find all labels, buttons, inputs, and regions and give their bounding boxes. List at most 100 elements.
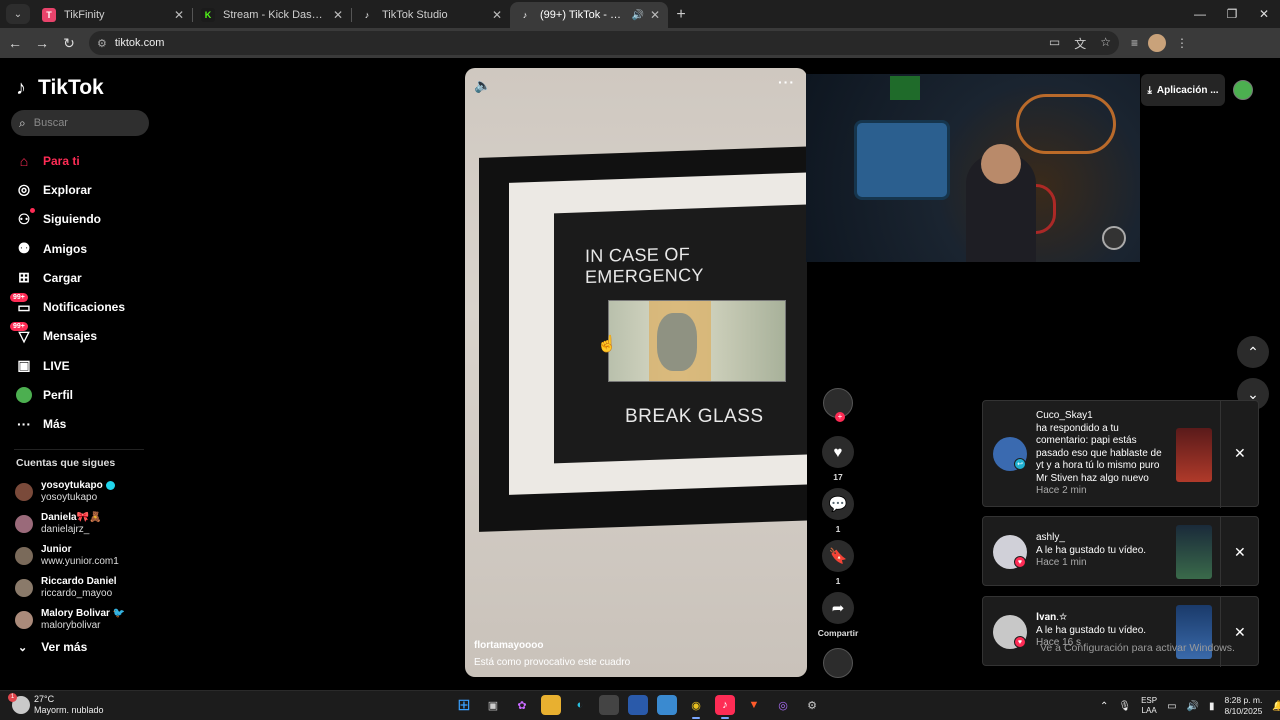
see-more-button[interactable]: ⌄ Ver más — [18, 640, 87, 654]
get-app-button[interactable]: ⤓ Aplicación ... — [1141, 74, 1225, 106]
start-icon[interactable]: ⊞ — [454, 695, 474, 715]
account-name: yosoytukapo — [41, 480, 115, 492]
bookmark-star-icon[interactable]: ☆ — [1100, 35, 1111, 52]
minimize-icon[interactable]: — — [1184, 0, 1216, 28]
close-tab-icon[interactable]: ✕ — [174, 8, 184, 22]
tray-expand-icon[interactable]: ⌃ — [1100, 701, 1108, 712]
sign-bottom-text: BREAK GLASS — [625, 406, 764, 427]
translate-icon[interactable]: 文 — [1074, 35, 1086, 52]
cloud-icon: 1 — [8, 693, 30, 714]
close-window-icon[interactable]: ✕ — [1248, 0, 1280, 28]
tab-search-button[interactable]: ⌄ — [6, 4, 30, 24]
reload-icon[interactable]: ↻ — [57, 31, 81, 55]
following-account[interactable]: Riccardo Daniel riccardo_mayoo — [15, 572, 125, 604]
close-tab-icon[interactable]: ✕ — [492, 8, 502, 22]
notification-center-icon[interactable]: 🔔 — [1272, 701, 1280, 712]
restore-icon[interactable]: ❐ — [1216, 0, 1248, 28]
previous-video-button[interactable]: ⌃ — [1237, 336, 1269, 368]
browser-profile-avatar[interactable] — [1148, 34, 1167, 52]
sidebar-item-live[interactable]: ▣ LIVE — [14, 351, 125, 380]
tiktok-logo[interactable]: ♪ TikTok — [16, 76, 104, 100]
follow-plus-icon[interactable]: + — [835, 412, 845, 422]
comment-button[interactable]: 💬 — [822, 488, 854, 520]
video-player[interactable]: IN CASE OF EMERGENCY BREAK GLASS 🔈 ··· f… — [465, 68, 807, 677]
browser-menu-icon[interactable]: ⋮ — [1176, 36, 1188, 50]
sidebar-item-perfil[interactable]: Perfil — [14, 380, 125, 409]
close-icon[interactable]: ✕ — [1234, 544, 1246, 561]
language-indicator[interactable]: ESP LAA — [1141, 696, 1157, 716]
sidebar-item-mas[interactable]: ··· Más — [14, 410, 125, 439]
creator-avatar[interactable]: + — [823, 388, 853, 422]
tab-title: (99+) TikTok - Make Your Day — [540, 9, 627, 21]
battery-icon[interactable]: ▮ — [1209, 701, 1215, 712]
sync-app-icon[interactable] — [628, 695, 648, 715]
tab-kick-dashboard[interactable]: K Stream - Kick Dashboard ✕ — [193, 2, 351, 28]
music-disc-avatar[interactable] — [823, 648, 853, 678]
stream-camera-overlay — [806, 74, 1140, 262]
cast-icon[interactable]: ▭ — [1049, 35, 1060, 52]
sidebar-item-notificaciones[interactable]: ▭ 99+ Notificaciones — [10, 292, 125, 321]
sidebar-item-mensajes[interactable]: ▽ 99+ Mensajes — [10, 322, 125, 351]
following-account[interactable]: Malory Bolivar 🐦 malorybolivar — [15, 604, 125, 636]
close-tab-icon[interactable]: ✕ — [650, 8, 660, 22]
store-icon[interactable] — [599, 695, 619, 715]
close-icon[interactable]: ✕ — [1234, 624, 1246, 641]
notification-badge: 99+ — [10, 293, 28, 303]
sidebar-item-label: Siguiendo — [43, 212, 101, 227]
compass-icon: ◎ — [17, 181, 31, 198]
notification-thumbnail[interactable] — [1176, 428, 1212, 482]
sidebar-item-cargar[interactable]: ⊞ Cargar — [14, 263, 125, 292]
site-info-icon[interactable]: ⚙ — [97, 37, 107, 50]
account-handle: danielajrz_ — [41, 524, 90, 535]
following-account[interactable]: yosoytukapo yosoytukapo — [15, 476, 125, 508]
like-button[interactable]: ♥ — [822, 436, 854, 468]
share-button[interactable]: ➦ — [822, 592, 854, 624]
more-options-icon[interactable]: ··· — [778, 74, 795, 90]
close-tab-icon[interactable]: ✕ — [333, 8, 343, 22]
photos-icon[interactable] — [657, 695, 677, 715]
sidebar-item-explorar[interactable]: ◎ Explorar — [14, 175, 125, 204]
file-explorer-icon[interactable] — [541, 695, 561, 715]
forward-icon[interactable]: → — [30, 31, 54, 55]
media-control-icon[interactable]: ≡ — [1131, 36, 1138, 50]
notification-text: A le ha gustado tu vídeo. — [1036, 624, 1147, 636]
notification-text: ha respondido a tu comentario: papi está… — [1036, 422, 1162, 484]
tab-tiktok-active[interactable]: ♪ (99+) TikTok - Make Your Day 🔊 ✕ — [510, 2, 668, 28]
url-input[interactable]: ⚙ tiktok.com ▭ 文 ☆ — [89, 31, 1119, 55]
back-icon[interactable]: ← — [3, 31, 27, 55]
save-button[interactable]: 🔖 — [822, 540, 854, 572]
following-account[interactable]: Daniela🎀🧸 danielajrz_ — [15, 508, 125, 540]
settings-app-icon[interactable]: ⚙ — [802, 695, 822, 715]
weather-widget[interactable]: 1 27°C Mayorm. nublado — [8, 693, 104, 716]
audio-playing-icon[interactable]: 🔊 — [631, 10, 643, 21]
notification-toast[interactable]: ♥ ashly_ A le ha gustado tu vídeo. Hace … — [982, 516, 1259, 587]
video-author[interactable]: flortamayoooo — [474, 640, 543, 651]
chrome-icon[interactable]: ◉ — [686, 695, 706, 719]
tab-tikfinity[interactable]: T TikFinity ✕ — [34, 2, 192, 28]
following-account[interactable]: Junior www.yunior.com1 — [15, 540, 125, 572]
obs-icon[interactable]: ◎ — [773, 695, 793, 715]
search-input[interactable]: ⌕ Buscar — [11, 110, 149, 136]
notification-toast[interactable]: ♥ 𝐈𝐯𝐚𝐧.☆ A le ha gustado tu vídeo. Hace … — [982, 596, 1259, 667]
tiktok-app-icon[interactable]: ♪ — [715, 695, 735, 719]
task-view-icon[interactable]: ▣ — [483, 695, 503, 715]
edge-icon[interactable]: ◐ — [570, 695, 590, 715]
notification-thumbnail[interactable] — [1176, 525, 1212, 579]
clock[interactable]: 8:28 p. m. 8/10/2025 — [1225, 695, 1263, 717]
user-avatar[interactable] — [1233, 80, 1253, 100]
close-icon[interactable]: ✕ — [1234, 445, 1246, 462]
network-icon[interactable]: ▭ — [1167, 701, 1176, 712]
new-tab-button[interactable]: + — [668, 4, 694, 26]
sidebar-item-para-ti[interactable]: ⌂ Para ti — [14, 146, 125, 175]
sidebar-item-label: LIVE — [43, 358, 70, 373]
sidebar-item-siguiendo[interactable]: ⚇ Siguiendo — [14, 205, 125, 234]
volume-tray-icon[interactable]: 🔊 — [1187, 701, 1199, 712]
brave-icon[interactable]: ▼ — [744, 695, 764, 715]
volume-icon[interactable]: 🔈 — [474, 77, 491, 94]
tab-tiktok-studio[interactable]: ♪ TikTok Studio ✕ — [352, 2, 510, 28]
sidebar-item-amigos[interactable]: ⚉ Amigos — [14, 234, 125, 263]
account-names: Junior www.yunior.com1 — [41, 544, 119, 568]
microphone-icon[interactable]: 🎙 — [1118, 701, 1131, 712]
copilot-icon[interactable]: ✿ — [512, 695, 532, 715]
notification-toast[interactable]: ↩ Cuco_Skay1 ha respondido a tu comentar… — [982, 400, 1259, 508]
